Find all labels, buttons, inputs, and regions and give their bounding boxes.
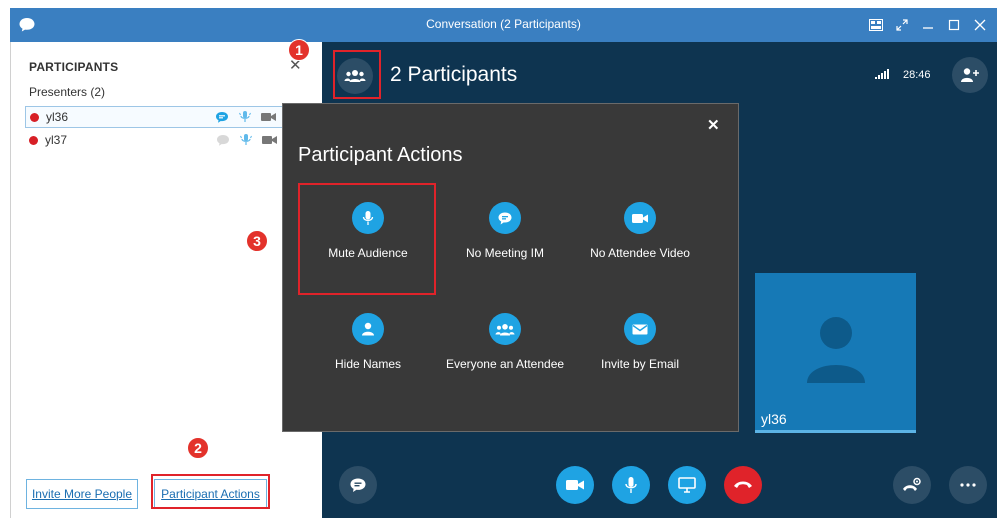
window-title: Conversation (2 Participants) — [426, 17, 581, 31]
participant-row[interactable]: yl37 — [25, 129, 283, 151]
action-label: Hide Names — [334, 357, 402, 371]
microphone-icon — [240, 134, 252, 145]
video-tile-name: yl36 — [761, 411, 787, 427]
present-button[interactable] — [668, 466, 706, 504]
step1-badge: 1 — [288, 39, 310, 61]
video-camera-icon — [261, 113, 276, 121]
step3-highlight-box — [298, 183, 436, 295]
chat-icon — [489, 202, 521, 234]
minimize-icon[interactable] — [915, 14, 941, 36]
person-avatar-icon — [807, 317, 865, 383]
ellipsis-icon — [960, 483, 976, 487]
person-icon — [352, 313, 384, 345]
participant-name: yl36 — [46, 110, 69, 124]
popup-title: Participant Actions — [298, 144, 463, 166]
video-tile[interactable]: yl36 — [755, 273, 916, 433]
layout-icon[interactable] — [863, 14, 889, 36]
presence-status-dot — [29, 135, 38, 145]
action-label: Invite by Email — [600, 357, 680, 371]
hide-names-action[interactable]: Hide Names — [298, 313, 438, 371]
step3-badge: 3 — [246, 230, 268, 252]
action-label: Everyone an Attendee — [445, 357, 565, 371]
signal-bars-icon — [875, 69, 891, 82]
participant-count-header: 2 Participants — [390, 63, 518, 86]
presenters-group-label[interactable]: Presenters (2) — [29, 85, 105, 99]
no-meeting-im-action[interactable]: No Meeting IM — [435, 202, 575, 260]
invite-more-people-button[interactable]: Invite More People — [26, 479, 138, 509]
invite-by-email-action[interactable]: Invite by Email — [570, 313, 710, 371]
participant-name: yl37 — [45, 133, 68, 147]
participants-heading: PARTICIPANTS — [29, 60, 119, 74]
close-window-icon[interactable] — [967, 14, 993, 36]
phone-settings-icon — [903, 477, 921, 491]
chat-icon — [350, 478, 366, 492]
call-timer: 28:46 — [903, 69, 931, 81]
more-options-button[interactable] — [949, 466, 987, 504]
hang-up-icon — [734, 481, 752, 488]
add-person-icon — [961, 68, 979, 82]
speaking-indicator-bar — [755, 430, 916, 433]
step1-highlight-box — [333, 50, 381, 99]
participants-panel: PARTICIPANTS ✕ Presenters (2) yl36 yl37 … — [10, 42, 322, 518]
participant-row[interactable]: yl36 — [25, 106, 283, 128]
video-camera-icon — [624, 202, 656, 234]
chat-icon — [216, 111, 228, 123]
presence-status-dot — [30, 112, 39, 122]
hang-up-button[interactable] — [724, 466, 762, 504]
video-camera-icon — [262, 136, 277, 144]
maximize-icon[interactable] — [941, 14, 967, 36]
microphone-icon — [625, 477, 637, 493]
close-popup-icon[interactable]: ✕ — [707, 116, 720, 134]
chat-icon — [217, 134, 229, 146]
add-people-button[interactable] — [952, 57, 988, 93]
everyone-an-attendee-action[interactable]: Everyone an Attendee — [435, 313, 575, 371]
call-controls-button[interactable] — [893, 466, 931, 504]
conversation-im-button[interactable] — [339, 466, 377, 504]
step2-highlight-box — [151, 474, 270, 509]
microphone-button[interactable] — [612, 466, 650, 504]
microphone-icon — [239, 111, 251, 122]
video-button[interactable] — [556, 466, 594, 504]
no-attendee-video-action[interactable]: No Attendee Video — [570, 202, 710, 260]
full-screen-icon[interactable] — [889, 14, 915, 36]
people-icon — [489, 313, 521, 345]
title-bar: Conversation (2 Participants) — [10, 8, 997, 42]
action-label: No Meeting IM — [465, 246, 545, 260]
action-label: No Attendee Video — [590, 246, 690, 260]
video-camera-icon — [566, 480, 584, 490]
monitor-icon — [678, 477, 696, 493]
step2-badge: 2 — [187, 437, 209, 459]
envelope-icon — [624, 313, 656, 345]
